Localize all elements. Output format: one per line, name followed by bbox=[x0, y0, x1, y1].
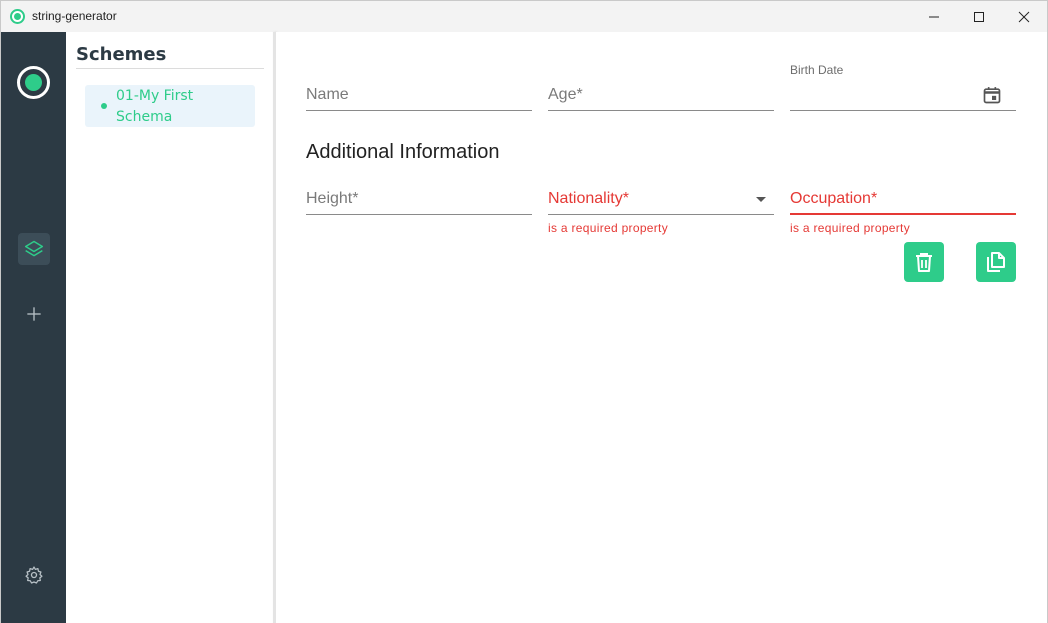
sidebar-title: Schemes bbox=[76, 44, 167, 65]
maximize-button[interactable] bbox=[956, 1, 1002, 32]
activity-bar bbox=[1, 32, 66, 623]
minimize-icon bbox=[929, 16, 939, 17]
layers-icon bbox=[24, 240, 44, 257]
app-logo-icon bbox=[10, 9, 25, 24]
age-placeholder: Age* bbox=[548, 86, 583, 103]
copy-icon bbox=[987, 252, 1005, 272]
name-field[interactable]: Name bbox=[306, 63, 532, 111]
nationality-placeholder: Nationality* bbox=[548, 190, 629, 207]
field-underline bbox=[306, 110, 532, 111]
close-icon bbox=[1018, 11, 1030, 22]
field-underline bbox=[306, 214, 532, 215]
sidebar-divider bbox=[76, 68, 264, 69]
scheme-list-item-label: 01-My First Schema bbox=[116, 88, 194, 125]
schemes-sidebar: Schemes 01-My First Schema bbox=[66, 32, 274, 623]
field-underline bbox=[790, 110, 1016, 111]
field-underline bbox=[548, 214, 774, 215]
field-underline bbox=[548, 110, 774, 111]
occupation-field[interactable]: Occupation* bbox=[790, 167, 1016, 215]
field-underline bbox=[790, 213, 1016, 215]
trash-icon bbox=[916, 253, 932, 272]
caret-down-icon bbox=[756, 197, 766, 202]
birth-date-field[interactable]: Birth Date bbox=[790, 63, 1016, 111]
bullet-icon bbox=[101, 103, 107, 109]
maximize-icon bbox=[974, 11, 984, 22]
age-field[interactable]: Age* bbox=[548, 63, 774, 111]
nationality-select[interactable]: Nationality* bbox=[548, 167, 774, 215]
add-scheme-button[interactable] bbox=[18, 298, 50, 330]
schema-form: Name Age* Birth Date Additional Informat… bbox=[276, 32, 1047, 623]
close-button[interactable] bbox=[1001, 1, 1047, 32]
title-bar[interactable]: string-generator bbox=[1, 1, 1047, 32]
delete-button[interactable] bbox=[904, 242, 944, 282]
height-field[interactable]: Height* bbox=[306, 167, 532, 215]
settings-button[interactable] bbox=[18, 559, 50, 591]
name-placeholder: Name bbox=[306, 86, 349, 103]
nationality-error: is a required property bbox=[548, 221, 668, 235]
scheme-list-item[interactable]: 01-My First Schema bbox=[85, 85, 255, 127]
window-title: string-generator bbox=[32, 9, 117, 23]
height-placeholder: Height* bbox=[306, 190, 359, 207]
plus-icon bbox=[27, 307, 41, 321]
gear-icon bbox=[25, 566, 43, 584]
app-window: string-generator Schemes 01-My First Sch… bbox=[0, 0, 1048, 623]
duplicate-button[interactable] bbox=[976, 242, 1016, 282]
occupation-error: is a required property bbox=[790, 221, 910, 235]
calendar-icon[interactable] bbox=[982, 85, 1002, 105]
schemes-button[interactable] bbox=[18, 233, 50, 265]
occupation-placeholder: Occupation* bbox=[790, 190, 878, 207]
birth-date-label: Birth Date bbox=[790, 63, 844, 77]
minimize-button[interactable] bbox=[911, 1, 957, 32]
app-logo-icon[interactable] bbox=[17, 66, 50, 99]
section-title: Additional Information bbox=[306, 141, 500, 163]
